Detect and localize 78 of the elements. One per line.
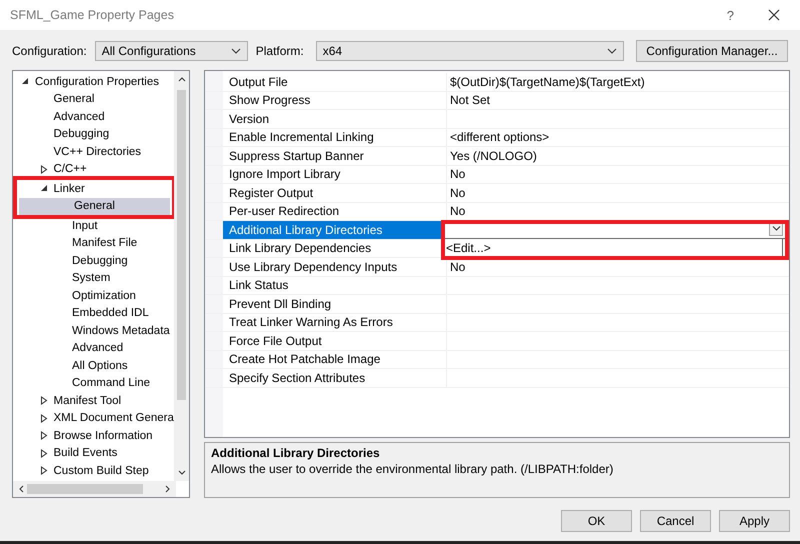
property-name[interactable]: Create Hot Patchable Image xyxy=(223,350,447,368)
description-text: Allows the user to override the environmental library path. (/LIBPATH:folder) xyxy=(211,462,614,476)
scroll-left-icon[interactable] xyxy=(19,485,24,493)
property-value: No xyxy=(450,204,466,218)
property-name[interactable]: Version xyxy=(223,110,447,128)
property-value: $(OutDir)$(TargetName)$(TargetExt) xyxy=(450,74,645,89)
dropdown-option[interactable]: <Edit...> xyxy=(445,239,491,257)
dialog-button[interactable]: OK xyxy=(561,510,632,532)
tree-item[interactable]: XML Document Genera xyxy=(13,410,176,427)
property-value: No xyxy=(450,167,466,182)
tree-item[interactable]: Build Events xyxy=(13,444,176,462)
chevron-down-icon xyxy=(230,48,241,54)
tree-item[interactable]: Optimization xyxy=(13,287,176,304)
collapsed-arrow-icon[interactable] xyxy=(40,164,48,174)
tree-item[interactable]: Manifest File xyxy=(13,234,176,252)
tree-item[interactable]: Linker xyxy=(17,180,172,198)
chevron-down-icon xyxy=(607,48,617,54)
tree-item[interactable]: C/C++ xyxy=(13,160,176,178)
tree-item[interactable]: Embedded IDL xyxy=(13,304,176,322)
tree-item[interactable]: VC++ Directories xyxy=(13,143,176,160)
tree-item[interactable]: Debugging xyxy=(13,252,176,270)
description-title: Additional Library Directories xyxy=(211,446,381,460)
property-value: Yes (/NOLOGO) xyxy=(450,148,537,163)
property-name[interactable]: Specify Section Attributes xyxy=(223,369,447,386)
tree-item[interactable]: Input xyxy=(13,217,176,234)
horizontal-scrollbar[interactable] xyxy=(13,481,176,497)
tree-item[interactable]: Custom Build Step xyxy=(13,462,176,480)
close-icon[interactable] xyxy=(768,9,780,21)
help-button[interactable]: ? xyxy=(722,8,738,22)
expanded-arrow-icon[interactable] xyxy=(40,184,48,194)
tree-item[interactable]: Command Line xyxy=(13,374,176,392)
dialog-button[interactable]: Cancel xyxy=(640,510,711,532)
property-name[interactable]: Link Library Dependencies xyxy=(223,240,447,257)
property-name[interactable]: Show Progress xyxy=(223,92,447,109)
property-name[interactable]: Per-user Redirection xyxy=(223,202,447,220)
tree-item[interactable]: System xyxy=(13,270,176,287)
collapsed-arrow-icon[interactable] xyxy=(40,448,48,458)
tree-item[interactable]: Browse Information xyxy=(13,427,176,444)
tree-item[interactable]: Windows Metadata xyxy=(13,322,176,340)
expanded-arrow-icon[interactable] xyxy=(21,77,29,86)
platform-label: Platform: xyxy=(256,44,304,58)
tree-item[interactable]: Configuration Properties xyxy=(13,73,176,90)
property-value: No xyxy=(450,260,466,274)
tree-item[interactable]: All Options xyxy=(13,357,176,374)
tree-item[interactable]: Debugging xyxy=(13,126,176,143)
tree-item[interactable]: General xyxy=(19,198,170,215)
tree-item[interactable]: General xyxy=(13,90,176,108)
dialog-button[interactable]: Apply xyxy=(719,510,790,532)
property-name[interactable]: Force File Output xyxy=(223,332,447,350)
collapsed-arrow-icon[interactable] xyxy=(40,414,48,423)
property-name[interactable]: Link Status xyxy=(223,276,447,294)
property-value: No xyxy=(450,186,466,200)
configuration-dropdown[interactable]: All Configurations xyxy=(94,41,248,61)
collapsed-arrow-icon[interactable] xyxy=(40,466,48,476)
property-name[interactable]: Register Output xyxy=(223,184,447,202)
property-name[interactable]: Treat Linker Warning As Errors xyxy=(223,314,447,331)
tree-item[interactable]: Advanced xyxy=(13,108,176,126)
configuration-label: Configuration: xyxy=(12,44,87,58)
property-name[interactable]: Prevent Dll Binding xyxy=(223,295,447,312)
property-name[interactable]: Enable Incremental Linking xyxy=(223,128,447,146)
property-name[interactable]: Use Library Dependency Inputs xyxy=(223,258,447,276)
scroll-right-icon[interactable] xyxy=(165,485,170,493)
property-name[interactable]: Output File xyxy=(223,73,447,90)
property-value: <different options> xyxy=(450,130,550,144)
tree-item[interactable]: Manifest Tool xyxy=(13,392,176,410)
vertical-scrollbar[interactable] xyxy=(174,71,189,481)
configuration-manager-button[interactable]: Configuration Manager... xyxy=(636,40,788,62)
chevron-down-icon xyxy=(772,226,780,231)
collapsed-arrow-icon[interactable] xyxy=(40,396,48,406)
property-value: Not Set xyxy=(450,93,490,108)
scroll-up-icon[interactable] xyxy=(178,77,186,82)
tree-item[interactable]: Advanced xyxy=(13,340,176,357)
platform-dropdown[interactable]: x64 xyxy=(316,41,624,61)
property-name[interactable]: Suppress Startup Banner xyxy=(223,147,447,164)
scroll-down-icon[interactable] xyxy=(178,470,186,475)
collapsed-arrow-icon[interactable] xyxy=(40,431,48,440)
window-title: SFML_Game Property Pages xyxy=(10,8,175,22)
property-name[interactable]: Ignore Import Library xyxy=(223,166,447,183)
